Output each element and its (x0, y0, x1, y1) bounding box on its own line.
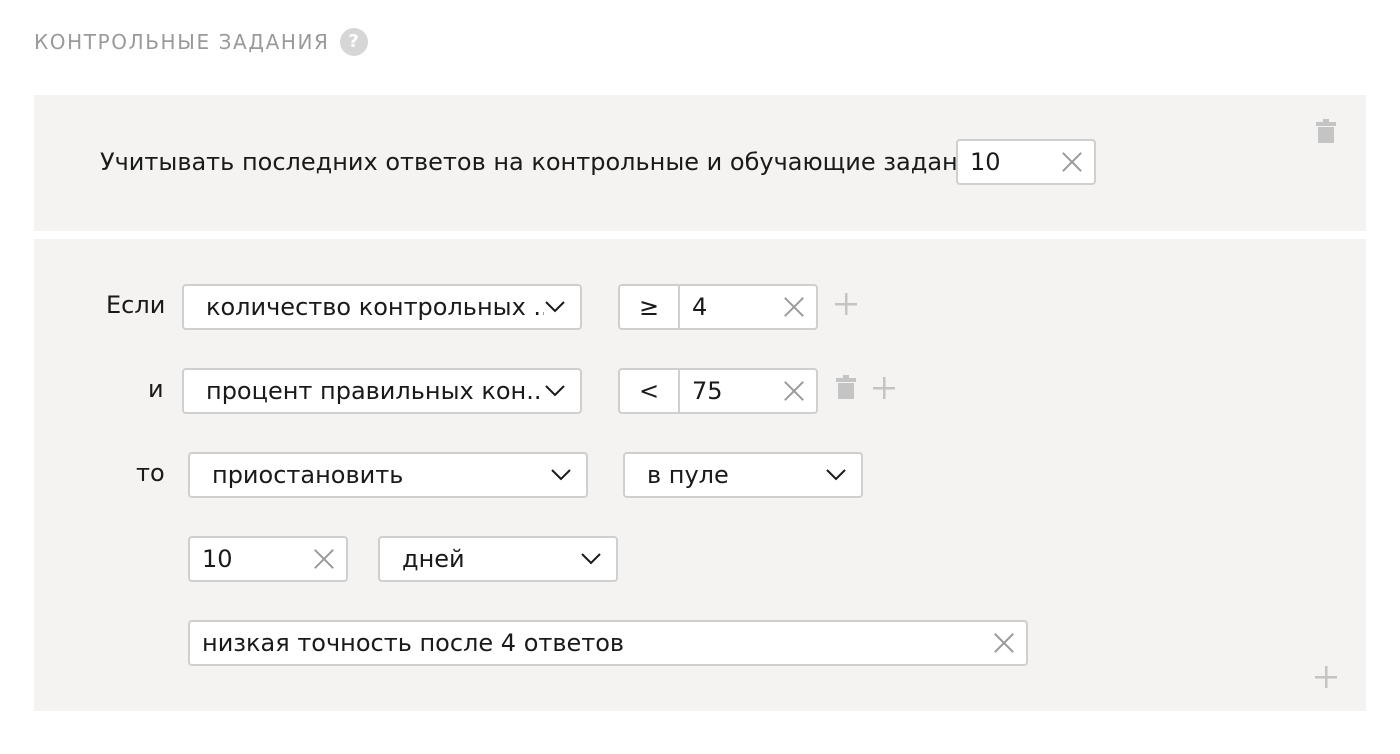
condition-2-value: 75 (692, 377, 723, 405)
duration-input[interactable]: 10 (188, 536, 348, 582)
chevron-down-icon (550, 464, 572, 486)
section-header: КОНТРОЛЬНЫЕ ЗАДАНИЯ ? (34, 28, 368, 56)
condition-2-operator-button[interactable]: < (620, 370, 680, 412)
plus-icon[interactable] (1314, 665, 1338, 693)
plus-icon[interactable] (872, 376, 896, 404)
condition-2-comparison: < 75 (618, 368, 818, 414)
close-icon[interactable] (1060, 150, 1084, 174)
condition-1-value: 4 (692, 293, 708, 321)
then-label: то (136, 459, 165, 487)
chevron-down-icon (825, 464, 847, 486)
duration-unit-select[interactable]: дней (378, 536, 618, 582)
close-icon[interactable] (782, 379, 806, 403)
duration-unit-value: дней (402, 545, 465, 573)
plus-icon[interactable] (834, 292, 858, 320)
action-select[interactable]: приостановить (188, 452, 588, 498)
history-rule-panel: Учитывать последних ответов на контрольн… (34, 95, 1366, 231)
close-icon[interactable] (312, 547, 336, 571)
duration-value: 10 (202, 545, 233, 573)
history-count-input[interactable]: 10 (956, 139, 1096, 185)
history-rule-label: Учитывать последних ответов на контрольн… (100, 148, 988, 176)
if-label: Если (106, 291, 166, 319)
action-value: приостановить (212, 461, 404, 489)
condition-1-field-select[interactable]: количество контрольных ... (182, 284, 582, 330)
rule-panel: Если количество контрольных ... ≥ 4 и пр… (34, 239, 1366, 711)
and-label: и (148, 375, 164, 403)
scope-select[interactable]: в пуле (623, 452, 863, 498)
close-icon[interactable] (992, 631, 1016, 655)
history-count-value: 10 (970, 148, 1001, 176)
condition-1-field-value: количество контрольных ... (206, 293, 544, 321)
scope-value: в пуле (647, 461, 729, 489)
condition-2-field-value: процент правильных кон... (206, 377, 544, 405)
reason-value: низкая точность после 4 ответов (202, 629, 625, 657)
condition-1-operator-button[interactable]: ≥ (620, 286, 680, 328)
chevron-down-icon (580, 548, 602, 570)
condition-1-comparison: ≥ 4 (618, 284, 818, 330)
condition-2-field-select[interactable]: процент правильных кон... (182, 368, 582, 414)
condition-2-value-input[interactable]: 75 (680, 370, 816, 412)
condition-1-value-input[interactable]: 4 (680, 286, 816, 328)
section-title: КОНТРОЛЬНЫЕ ЗАДАНИЯ (34, 30, 330, 54)
help-icon[interactable]: ? (339, 28, 368, 56)
chevron-down-icon (544, 380, 566, 402)
reason-input[interactable]: низкая точность после 4 ответов (188, 620, 1028, 666)
close-icon[interactable] (782, 295, 806, 319)
trash-icon[interactable] (836, 375, 856, 403)
trash-icon[interactable] (1316, 119, 1336, 147)
chevron-down-icon (544, 296, 566, 318)
